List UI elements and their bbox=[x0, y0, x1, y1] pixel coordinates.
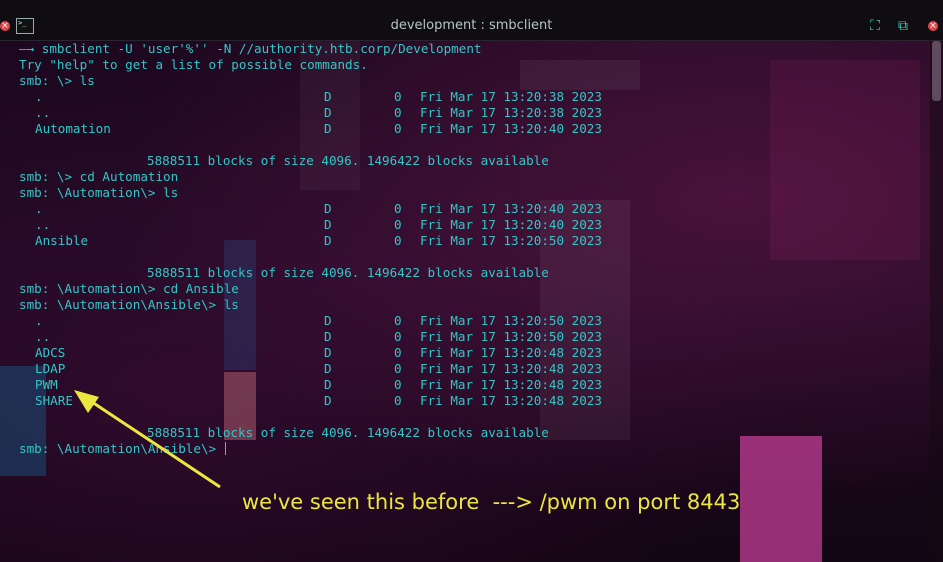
annotation-arrow bbox=[74, 390, 221, 489]
annotation-text: we've seen this before ---> /pwm on port… bbox=[242, 490, 741, 514]
